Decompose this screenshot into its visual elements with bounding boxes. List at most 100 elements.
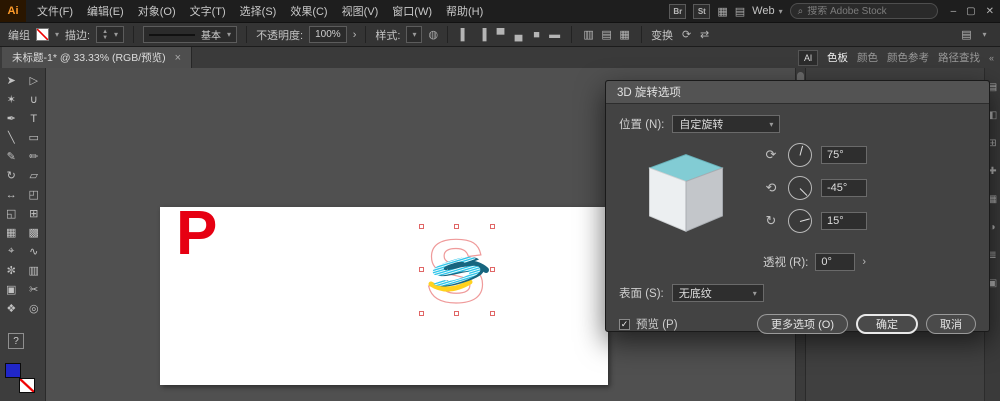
- menu-object[interactable]: 对象(O): [131, 0, 183, 22]
- stock-icon[interactable]: St: [693, 3, 711, 19]
- rotate-icon[interactable]: ⟳: [679, 28, 694, 41]
- selection-tool[interactable]: ➤: [0, 71, 23, 90]
- perspective-popup-arrow-icon[interactable]: ›: [862, 256, 866, 268]
- scale-tool[interactable]: ▱: [23, 166, 46, 185]
- selection-handle[interactable]: [490, 224, 495, 229]
- symbol-sprayer-tool[interactable]: ✼: [0, 261, 23, 280]
- hand-tool[interactable]: ❖: [0, 299, 23, 318]
- arrange-documents-icon[interactable]: ▦: [717, 5, 727, 18]
- close-tab-icon[interactable]: ×: [175, 52, 181, 64]
- menu-view[interactable]: 视图(V): [335, 0, 386, 22]
- align-middle-icon[interactable]: ■: [529, 29, 544, 41]
- bridge-icon[interactable]: Br: [669, 3, 687, 19]
- selection-handle[interactable]: [419, 224, 424, 229]
- column-graph-tool[interactable]: ▥: [23, 261, 46, 280]
- tab-color[interactable]: 颜色: [857, 50, 878, 65]
- help-icon[interactable]: ?: [8, 333, 24, 349]
- shear-icon[interactable]: ⇄: [697, 28, 712, 41]
- cube-preview[interactable]: [635, 139, 737, 243]
- brush-definition-dropdown[interactable]: 基本 ▾: [143, 26, 238, 43]
- position-dropdown[interactable]: 自定旋转 ▾: [672, 115, 781, 133]
- menu-effect[interactable]: 效果(C): [283, 0, 334, 22]
- stroke-weight-dropdown[interactable]: ▲ ▼ ▾: [96, 26, 125, 43]
- rotate-z-dial[interactable]: [788, 209, 812, 233]
- workspace-switcher[interactable]: Web ▾: [752, 5, 782, 17]
- preview-checkbox[interactable]: ✓: [619, 318, 630, 330]
- tab-pathfinder[interactable]: 路径查找: [938, 50, 980, 65]
- minimize-icon[interactable]: –: [951, 6, 957, 17]
- rotate-tool[interactable]: ↻: [0, 166, 23, 185]
- perspective-grid-tool[interactable]: ⊞: [23, 204, 46, 223]
- rotate-y-field[interactable]: [821, 179, 867, 197]
- selection-handle[interactable]: [454, 224, 459, 229]
- rotate-x-field[interactable]: [821, 146, 867, 164]
- slice-tool[interactable]: ✂: [23, 280, 46, 299]
- zoom-tool[interactable]: ◎: [23, 299, 46, 318]
- layout-icon[interactable]: ▤: [735, 5, 745, 18]
- restore-icon[interactable]: ▢: [966, 6, 975, 17]
- width-tool[interactable]: ↔: [0, 185, 23, 204]
- rotate-y-dial[interactable]: [788, 176, 812, 200]
- search-input[interactable]: [807, 5, 918, 17]
- stroke-color-swatch[interactable]: [19, 378, 35, 393]
- free-transform-tool[interactable]: ◰: [23, 185, 46, 204]
- style-dropdown[interactable]: ▾: [406, 26, 423, 43]
- rotate-z-field[interactable]: [821, 212, 867, 230]
- align-bottom-icon[interactable]: ▄: [511, 29, 526, 41]
- pen-tool[interactable]: ✒: [0, 109, 23, 128]
- panel-icon[interactable]: ◑: [989, 222, 995, 233]
- align-top-icon[interactable]: ▀: [493, 29, 508, 41]
- mesh-tool[interactable]: ▦: [0, 223, 23, 242]
- transform-label[interactable]: 变换: [651, 27, 673, 43]
- shape-builder-tool[interactable]: ◱: [0, 204, 23, 223]
- lasso-tool[interactable]: ∪: [23, 90, 46, 109]
- fill-color-swatch[interactable]: [5, 363, 21, 378]
- selected-object[interactable]: S S S: [419, 221, 495, 323]
- menu-select[interactable]: 选择(S): [233, 0, 284, 22]
- fill-swatch-none[interactable]: [36, 28, 49, 41]
- stroke-stepper[interactable]: ▲ ▼: [102, 29, 108, 41]
- pencil-tool[interactable]: ✏: [23, 147, 46, 166]
- selection-handle[interactable]: [419, 311, 424, 316]
- menu-file[interactable]: 文件(F): [30, 0, 80, 22]
- paintbrush-tool[interactable]: ✎: [0, 147, 23, 166]
- align-right-icon[interactable]: ▬: [547, 29, 562, 41]
- artboard-tool[interactable]: ▣: [0, 280, 23, 299]
- rotate-x-dial[interactable]: [788, 143, 812, 167]
- menu-type[interactable]: 文字(T): [183, 0, 233, 22]
- magic-wand-tool[interactable]: ✶: [0, 90, 23, 109]
- close-icon[interactable]: ✕: [986, 6, 994, 17]
- selection-handle[interactable]: [419, 267, 424, 272]
- tab-swatches[interactable]: 色板: [827, 50, 848, 65]
- red-letter-object[interactable]: P: [176, 203, 217, 265]
- distribute-v-icon[interactable]: ▦: [617, 28, 632, 41]
- menu-edit[interactable]: 编辑(E): [80, 0, 131, 22]
- align-left-icon[interactable]: ▌: [457, 29, 472, 41]
- distribute-h-icon[interactable]: ▥: [581, 28, 596, 41]
- selection-handle[interactable]: [490, 311, 495, 316]
- fill-chevron-icon[interactable]: ▾: [55, 30, 59, 39]
- opacity-value-dropdown[interactable]: 100%: [309, 26, 347, 43]
- ai-panel-icon[interactable]: Al: [797, 49, 818, 66]
- opacity-popup-arrow-icon[interactable]: ›: [353, 29, 357, 41]
- selection-handle[interactable]: [454, 311, 459, 316]
- cancel-button[interactable]: 取消: [926, 314, 976, 334]
- document-tab[interactable]: 未标题-1* @ 33.33% (RGB/预览) ×: [2, 47, 193, 68]
- perspective-field[interactable]: 0°: [815, 253, 856, 271]
- panel-menu-icon[interactable]: ▤: [959, 28, 974, 41]
- blend-tool[interactable]: ∿: [23, 242, 46, 261]
- eyedropper-tool[interactable]: ⌖: [0, 242, 23, 261]
- artboard[interactable]: P S S S: [160, 203, 608, 385]
- align-center-icon[interactable]: ▐: [475, 29, 490, 41]
- menu-help[interactable]: 帮助(H): [439, 0, 490, 22]
- rectangle-tool[interactable]: ▭: [23, 128, 46, 147]
- selection-handle[interactable]: [490, 267, 495, 272]
- tab-color-guide[interactable]: 颜色参考: [887, 50, 929, 65]
- gradient-tool[interactable]: ▩: [23, 223, 46, 242]
- line-segment-tool[interactable]: ╲: [0, 128, 23, 147]
- type-tool[interactable]: T: [23, 109, 46, 128]
- distribute-c-icon[interactable]: ▤: [599, 28, 614, 41]
- ok-button[interactable]: 确定: [856, 314, 918, 334]
- stock-search[interactable]: ⌕: [789, 3, 938, 19]
- menu-window[interactable]: 窗口(W): [385, 0, 439, 22]
